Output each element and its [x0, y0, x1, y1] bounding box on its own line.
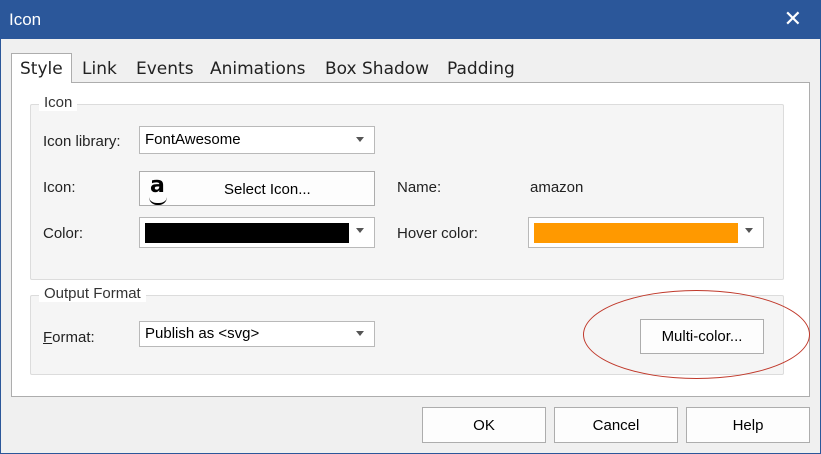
output-format-legend: Output Format [39, 285, 146, 302]
hover-color-swatch [534, 223, 738, 243]
close-icon[interactable]: ✕ [780, 6, 806, 32]
chevron-down-icon [356, 137, 364, 142]
multi-color-label: Multi-color... [661, 328, 743, 345]
select-icon-button[interactable]: a Select Icon... [139, 171, 375, 206]
chevron-down-icon [356, 331, 364, 336]
format-label: Format: [43, 329, 95, 346]
name-value: amazon [530, 179, 584, 196]
tab-events[interactable]: Events [136, 59, 194, 79]
ok-label: OK [473, 417, 495, 434]
style-tab-panel: Icon Icon library: FontAwesome Icon: a S… [11, 82, 810, 397]
cancel-label: Cancel [592, 417, 640, 434]
icon-group-legend: Icon [39, 94, 78, 111]
help-button[interactable]: Help [686, 407, 810, 443]
tab-box-shadow[interactable]: Box Shadow [325, 59, 429, 79]
icon-library-label: Icon library: [43, 133, 121, 150]
color-picker[interactable] [139, 217, 375, 248]
chevron-down-icon [745, 228, 753, 233]
hover-color-label: Hover color: [397, 225, 478, 242]
title-bar: Icon ✕ [1, 1, 820, 39]
multi-color-button[interactable]: Multi-color... [640, 319, 764, 354]
ok-button[interactable]: OK [422, 407, 546, 443]
icon-library-select[interactable]: FontAwesome [139, 126, 375, 154]
tab-padding[interactable]: Padding [447, 59, 515, 79]
color-swatch [145, 223, 349, 243]
tab-strip: Style Link Events Animations Box Shadow … [11, 53, 811, 83]
amazon-icon: a [150, 173, 165, 198]
cancel-button[interactable]: Cancel [554, 407, 678, 443]
tab-link[interactable]: Link [82, 59, 117, 79]
icon-group: Icon Icon library: FontAwesome Icon: a S… [30, 94, 784, 280]
amazon-smile-icon [149, 197, 167, 205]
icon-label: Icon: [43, 179, 76, 196]
format-label-rest: ormat: [52, 329, 95, 346]
select-icon-label: Select Icon... [224, 181, 311, 198]
output-format-group: Output Format Format: Publish as <svg> M… [30, 285, 784, 375]
format-value: Publish as <svg> [145, 325, 260, 342]
hover-color-picker[interactable] [528, 217, 764, 248]
name-label: Name: [397, 179, 442, 196]
format-label-mnemonic: F [43, 329, 53, 346]
window-title: Icon [9, 10, 42, 29]
tab-animations[interactable]: Animations [210, 59, 306, 79]
icon-dialog: Icon ✕ Style Link Events Animations Box … [0, 0, 821, 454]
format-select[interactable]: Publish as <svg> [139, 321, 375, 347]
help-label: Help [732, 417, 764, 434]
color-label: Color: [43, 225, 84, 242]
icon-library-value: FontAwesome [145, 131, 241, 148]
tab-style[interactable]: Style [11, 53, 72, 83]
chevron-down-icon [356, 228, 364, 233]
